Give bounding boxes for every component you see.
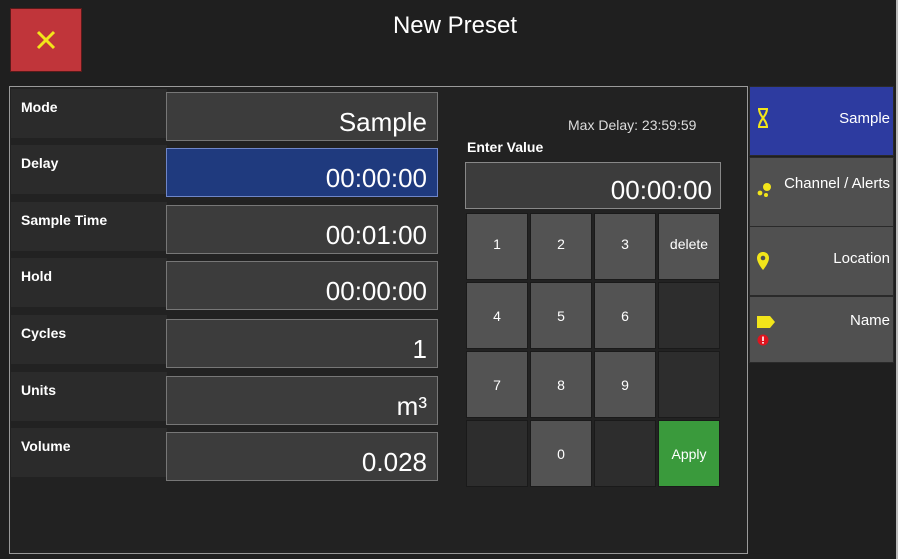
mode-value[interactable]: Sample: [166, 92, 438, 141]
sidebar-item-sample[interactable]: Sample: [749, 86, 894, 156]
key-5[interactable]: 5: [530, 282, 592, 349]
mode-label: Mode: [11, 89, 167, 138]
sidebar-item-channel-alerts[interactable]: Channel / Alerts: [749, 157, 894, 227]
units-value[interactable]: m³: [166, 376, 438, 425]
volume-label: Volume: [11, 428, 167, 477]
location-pin-icon: [756, 251, 770, 275]
delay-value[interactable]: 00:00:00: [166, 148, 438, 197]
key-7[interactable]: 7: [466, 351, 528, 418]
blank-key: [594, 420, 656, 487]
max-delay-text: Max Delay: 23:59:59: [568, 117, 697, 133]
sample-time-value[interactable]: 00:01:00: [166, 205, 438, 254]
sidebar-item-label: Channel / Alerts: [784, 175, 890, 192]
enter-value-label: Enter Value: [467, 139, 544, 155]
sidebar-item-label: Name: [849, 312, 890, 329]
delay-label: Delay: [11, 145, 167, 194]
cycles-value[interactable]: 1: [166, 319, 438, 368]
delete-key[interactable]: delete: [658, 213, 720, 280]
units-label: Units: [11, 372, 167, 421]
cycles-label: Cycles: [11, 315, 167, 364]
hold-label: Hold: [11, 258, 167, 307]
blank-key: [466, 420, 528, 487]
key-3[interactable]: 3: [594, 213, 656, 280]
apply-button[interactable]: Apply: [658, 420, 720, 487]
blank-key: [658, 282, 720, 349]
close-button[interactable]: [10, 8, 82, 72]
tag-icon: [756, 315, 776, 333]
sample-time-label: Sample Time: [11, 202, 167, 251]
blank-key: [658, 351, 720, 418]
key-8[interactable]: 8: [530, 351, 592, 418]
key-2[interactable]: 2: [530, 213, 592, 280]
app-window: New Preset Mode Sample Delay 00:00:00 Sa…: [0, 0, 898, 559]
sidebar-item-label: Location: [833, 250, 890, 267]
dots-icon: [756, 182, 774, 202]
close-icon: [36, 30, 56, 50]
key-9[interactable]: 9: [594, 351, 656, 418]
key-6[interactable]: 6: [594, 282, 656, 349]
hold-value[interactable]: 00:00:00: [166, 261, 438, 310]
sidebar-item-label: Sample: [839, 110, 890, 127]
page-title: New Preset: [392, 12, 518, 39]
sidebar-item-location[interactable]: Location: [749, 226, 894, 296]
sidebar-item-name[interactable]: Name: [749, 296, 894, 363]
entry-display: 00:00:00: [465, 162, 721, 209]
volume-value[interactable]: 0.028: [166, 432, 438, 481]
key-4[interactable]: 4: [466, 282, 528, 349]
key-1[interactable]: 1: [466, 213, 528, 280]
key-0[interactable]: 0: [530, 420, 592, 487]
preset-panel: Mode Sample Delay 00:00:00 Sample Time 0…: [9, 86, 748, 554]
warning-icon: [757, 333, 769, 350]
hourglass-icon: [756, 107, 770, 133]
